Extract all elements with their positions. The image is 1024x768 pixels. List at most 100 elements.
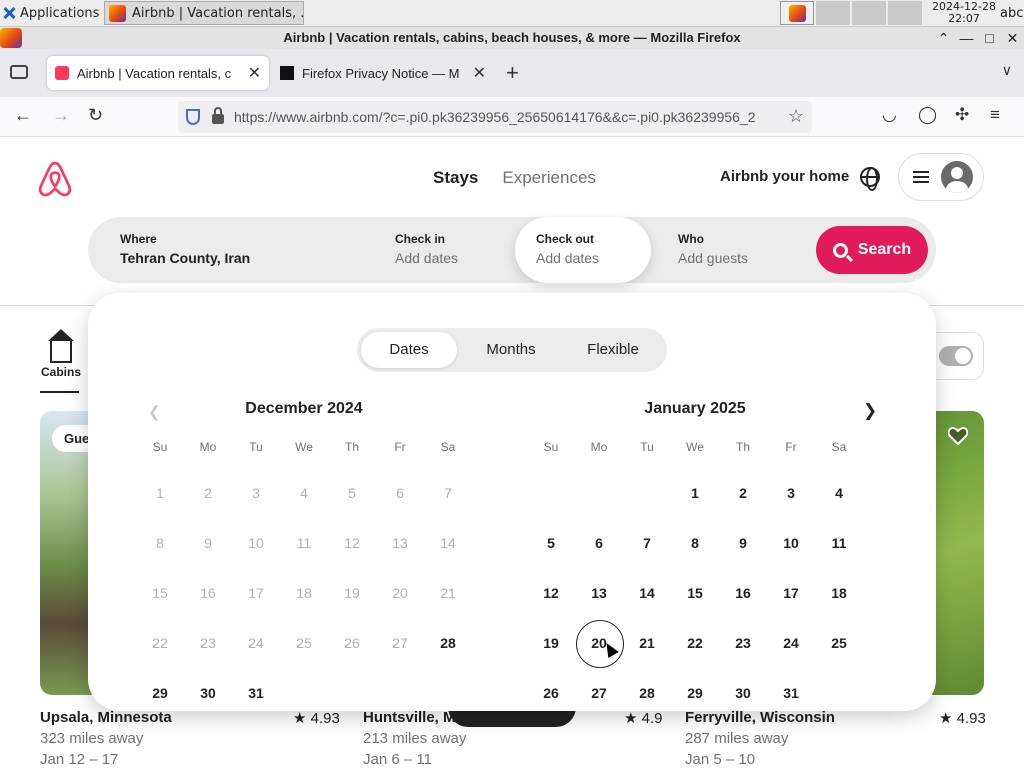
day-cell[interactable]: 28 <box>623 668 671 711</box>
day-cell[interactable]: 5 <box>527 518 575 568</box>
app-menu-icon[interactable]: ≡ <box>990 105 1000 125</box>
tab-experiences[interactable]: Experiences <box>502 168 596 188</box>
day-cell[interactable]: 26 <box>527 668 575 711</box>
day-cell[interactable]: 31 <box>767 668 815 711</box>
keyboard-layout[interactable]: abc <box>1000 6 1023 21</box>
day-cell[interactable]: 12 <box>527 568 575 618</box>
applications-menu[interactable]: Applications <box>2 3 99 23</box>
day-cell[interactable]: 20 <box>575 618 624 668</box>
airbnb-page: Stays Experiences Airbnb your home Where… <box>0 137 1024 768</box>
bookmark-star-icon[interactable]: ☆ <box>788 106 804 127</box>
listing-dates: Jan 6 – 11 <box>363 751 432 768</box>
list-all-tabs-icon[interactable]: ∨ <box>1002 62 1012 79</box>
day-cell[interactable]: 15 <box>671 568 719 618</box>
day-cell[interactable]: 21 <box>623 618 671 668</box>
day-cell[interactable]: 2 <box>719 468 767 518</box>
listing-distance: 213 miles away <box>363 730 467 747</box>
day-cell[interactable]: 7 <box>623 518 671 568</box>
extensions-icon[interactable]: ✣ <box>955 105 969 125</box>
day-cell[interactable]: 17 <box>767 568 815 618</box>
tab-privacy-notice[interactable]: Firefox Privacy Notice — M ✕ <box>272 56 494 90</box>
heart-icon[interactable] <box>948 427 968 445</box>
listing-title[interactable]: Huntsville, M <box>363 709 456 726</box>
day-cell-disabled: 9 <box>204 535 212 551</box>
reload-icon[interactable]: ↻ <box>88 105 103 126</box>
listing-title[interactable]: Upsala, Minnesota <box>40 709 172 726</box>
tab-stays[interactable]: Stays <box>433 168 478 188</box>
who-field[interactable]: Who Add guests <box>678 217 808 283</box>
day-cell[interactable]: 29 <box>136 668 184 711</box>
day-cell[interactable]: 25 <box>815 618 863 668</box>
check-in-field[interactable]: Check in Add dates <box>395 217 515 283</box>
close-tab-icon[interactable]: ✕ <box>473 63 486 83</box>
category-cabins[interactable]: Cabins <box>40 329 82 393</box>
day-cell[interactable]: 30 <box>719 668 767 711</box>
workspace-switcher[interactable] <box>780 1 922 25</box>
day-cell-disabled: 26 <box>344 635 360 651</box>
host-link[interactable]: Airbnb your home <box>720 168 849 185</box>
where-value[interactable]: Tehran County, Iran <box>120 250 360 266</box>
check-out-field[interactable]: Check out Add dates <box>515 217 651 283</box>
close-window-icon[interactable]: ✕ <box>1005 27 1020 49</box>
day-cell[interactable]: 28 <box>424 618 472 668</box>
tracking-protection-icon[interactable] <box>186 109 200 125</box>
weekday-label: Th <box>735 440 750 454</box>
days-grid: 1 2 3 4 5 6 7 8 9 10 11 12 13 14 15 16 17 18 19 20 21 22 23 24 2… <box>527 468 863 711</box>
minimize-window-icon[interactable]: — <box>959 27 974 49</box>
collapse-window-icon[interactable]: ⌃ <box>936 27 951 49</box>
day-cell[interactable]: 10 <box>767 518 815 568</box>
day-cell[interactable]: 4 <box>815 468 863 518</box>
day-cell[interactable]: 23 <box>719 618 767 668</box>
close-tab-icon[interactable]: ✕ <box>248 63 261 83</box>
day-cell[interactable]: 27 <box>575 668 623 711</box>
airbnb-logo-icon[interactable] <box>38 161 72 197</box>
workspace-1[interactable] <box>780 1 814 25</box>
workspace-2[interactable] <box>816 1 850 25</box>
day-cell[interactable]: 19 <box>527 618 575 668</box>
search-button[interactable]: Search <box>816 226 928 274</box>
day-cell[interactable]: 9 <box>719 518 767 568</box>
calendar-month: December 2024 Su Mo Tu We Th Fr Sa 12345… <box>136 400 472 711</box>
weekday-label: Su <box>152 440 168 454</box>
globe-icon[interactable] <box>860 167 880 191</box>
day-cell[interactable]: 8 <box>671 518 719 568</box>
day-cell[interactable]: 24 <box>767 618 815 668</box>
day-cell[interactable]: 30 <box>184 668 232 711</box>
taskbar-window-button[interactable]: Airbnb | Vacation rentals, ... <box>104 1 304 25</box>
chevron-right-icon[interactable]: ❯ <box>863 401 877 421</box>
day-cell[interactable]: 11 <box>815 518 863 568</box>
day-cell[interactable]: 6 <box>575 518 623 568</box>
tab-airbnb[interactable]: Airbnb | Vacation rentals, c ✕ <box>47 56 269 90</box>
mode-flexible-button[interactable]: Flexible <box>561 332 665 368</box>
day-cell[interactable]: 29 <box>671 668 719 711</box>
day-cell[interactable]: 31 <box>232 668 280 711</box>
new-tab-button[interactable]: + <box>506 60 519 86</box>
day-cell[interactable]: 3 <box>767 468 815 518</box>
url-bar[interactable]: https://www.airbnb.com/?c=.pi0.pk3623995… <box>178 101 812 133</box>
workspace-3[interactable] <box>852 1 886 25</box>
day-cell[interactable]: 14 <box>623 568 671 618</box>
firefox-view-icon[interactable] <box>10 65 28 79</box>
back-icon[interactable]: ← <box>14 105 32 126</box>
day-cell[interactable]: 1 <box>671 468 719 518</box>
category-label: Cabins <box>40 365 81 379</box>
mode-dates-button[interactable]: Dates <box>361 332 457 368</box>
account-icon[interactable]: ◯ <box>918 105 937 125</box>
where-field[interactable]: Where Tehran County, Iran <box>120 217 360 283</box>
pocket-icon[interactable]: ◡ <box>882 105 897 125</box>
workspace-4[interactable] <box>888 1 922 25</box>
day-cell[interactable]: 13 <box>575 568 623 618</box>
weekday-label: Sa <box>831 440 847 454</box>
mode-months-button[interactable]: Months <box>461 332 561 368</box>
user-menu-button[interactable] <box>898 153 984 201</box>
toggle-switch[interactable] <box>939 346 973 366</box>
forward-icon[interactable]: → <box>52 105 70 126</box>
listing-title[interactable]: Ferryville, Wisconsin <box>685 709 835 726</box>
day-cell[interactable]: 18 <box>815 568 863 618</box>
day-cell[interactable]: 16 <box>719 568 767 618</box>
clock[interactable]: 2024-12-28 22:07 <box>930 1 998 25</box>
url-text[interactable]: https://www.airbnb.com/?c=.pi0.pk3623995… <box>234 109 774 125</box>
maximize-window-icon[interactable]: □ <box>982 27 997 49</box>
day-cell[interactable]: 22 <box>671 618 719 668</box>
lock-icon[interactable] <box>212 107 224 124</box>
